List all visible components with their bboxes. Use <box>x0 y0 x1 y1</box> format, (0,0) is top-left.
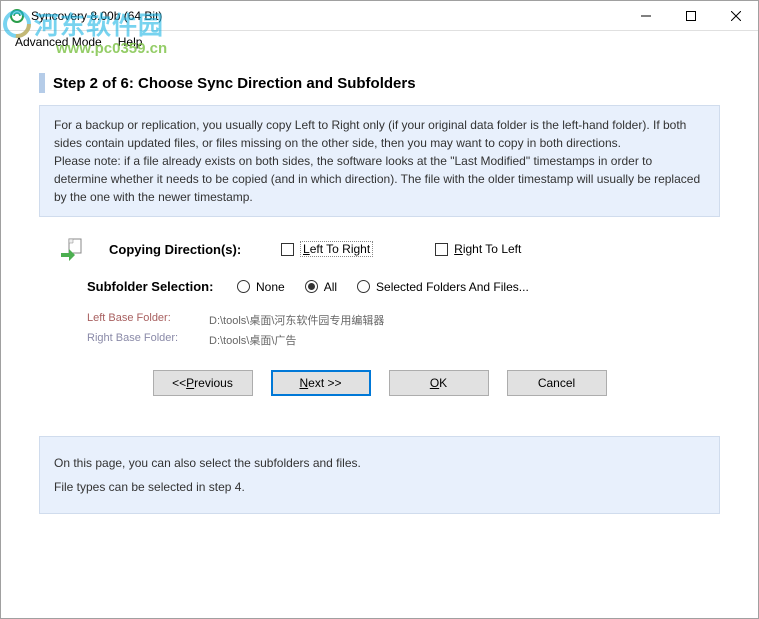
step-header: Step 2 of 6: Choose Sync Direction and S… <box>39 73 720 93</box>
close-button[interactable] <box>713 1 758 30</box>
menu-help[interactable]: Help <box>110 33 151 51</box>
ok-button[interactable]: OK <box>389 370 489 396</box>
checkbox-icon <box>435 243 448 256</box>
previous-button[interactable]: << Previous <box>153 370 253 396</box>
menu-advanced-mode[interactable]: Advanced Mode <box>7 33 110 51</box>
checkbox-icon <box>281 243 294 256</box>
window-controls <box>623 1 758 30</box>
maximize-button[interactable] <box>668 1 713 30</box>
left-base-folder-value: D:\tools\桌面\河东软件园专用编辑器 <box>209 312 384 328</box>
checkbox-right-to-left[interactable]: Right To Left <box>435 242 521 256</box>
minimize-button[interactable] <box>623 1 668 30</box>
next-button[interactable]: Next >> <box>271 370 371 396</box>
copying-direction-row: Copying Direction(s): Left To Right Righ… <box>59 237 720 261</box>
info-text-2: Please note: if a file already exists on… <box>54 152 705 206</box>
subfolder-selection-row: Subfolder Selection: None All Selected F… <box>59 279 720 294</box>
checkbox-left-to-right[interactable]: Left To Right <box>281 241 373 257</box>
menubar: Advanced Mode Help <box>1 31 758 53</box>
left-base-folder-label: Left Base Folder: <box>87 312 209 328</box>
footer-info-box: On this page, you can also select the su… <box>39 436 720 514</box>
radio-icon <box>237 280 250 293</box>
direction-icon <box>59 237 83 261</box>
step-title: Step 2 of 6: Choose Sync Direction and S… <box>53 75 416 92</box>
radio-label: None <box>256 280 285 294</box>
step-accent <box>39 73 45 93</box>
titlebar: Syncovery 8.00b (64 Bit) <box>1 1 758 31</box>
app-window: Syncovery 8.00b (64 Bit) Advanced Mode H… <box>0 0 759 619</box>
wizard-content: Step 2 of 6: Choose Sync Direction and S… <box>1 53 758 534</box>
info-text-1: For a backup or replication, you usually… <box>54 116 705 152</box>
radio-icon <box>305 280 318 293</box>
radio-icon <box>357 280 370 293</box>
left-base-folder-row: Left Base Folder: D:\tools\桌面\河东软件园专用编辑器 <box>87 312 720 328</box>
cancel-button[interactable]: Cancel <box>507 370 607 396</box>
info-box: For a backup or replication, you usually… <box>39 105 720 217</box>
button-row: << Previous Next >> OK Cancel <box>39 370 720 396</box>
radio-label: All <box>324 280 337 294</box>
checkbox-label: Left To Right <box>300 241 373 257</box>
right-base-folder-row: Right Base Folder: D:\tools\桌面\广告 <box>87 332 720 348</box>
right-base-folder-value: D:\tools\桌面\广告 <box>209 332 296 348</box>
copying-direction-label: Copying Direction(s): <box>109 242 259 257</box>
checkbox-label: Right To Left <box>454 242 521 256</box>
app-icon <box>9 8 25 24</box>
footer-line-1: On this page, you can also select the su… <box>54 451 705 475</box>
window-title: Syncovery 8.00b (64 Bit) <box>31 9 623 23</box>
radio-selected-folders[interactable]: Selected Folders And Files... <box>357 280 529 294</box>
radio-none[interactable]: None <box>237 280 285 294</box>
footer-line-2: File types can be selected in step 4. <box>54 475 705 499</box>
radio-all[interactable]: All <box>305 280 337 294</box>
radio-label: Selected Folders And Files... <box>376 280 529 294</box>
right-base-folder-label: Right Base Folder: <box>87 332 209 348</box>
subfolder-label: Subfolder Selection: <box>59 279 217 294</box>
